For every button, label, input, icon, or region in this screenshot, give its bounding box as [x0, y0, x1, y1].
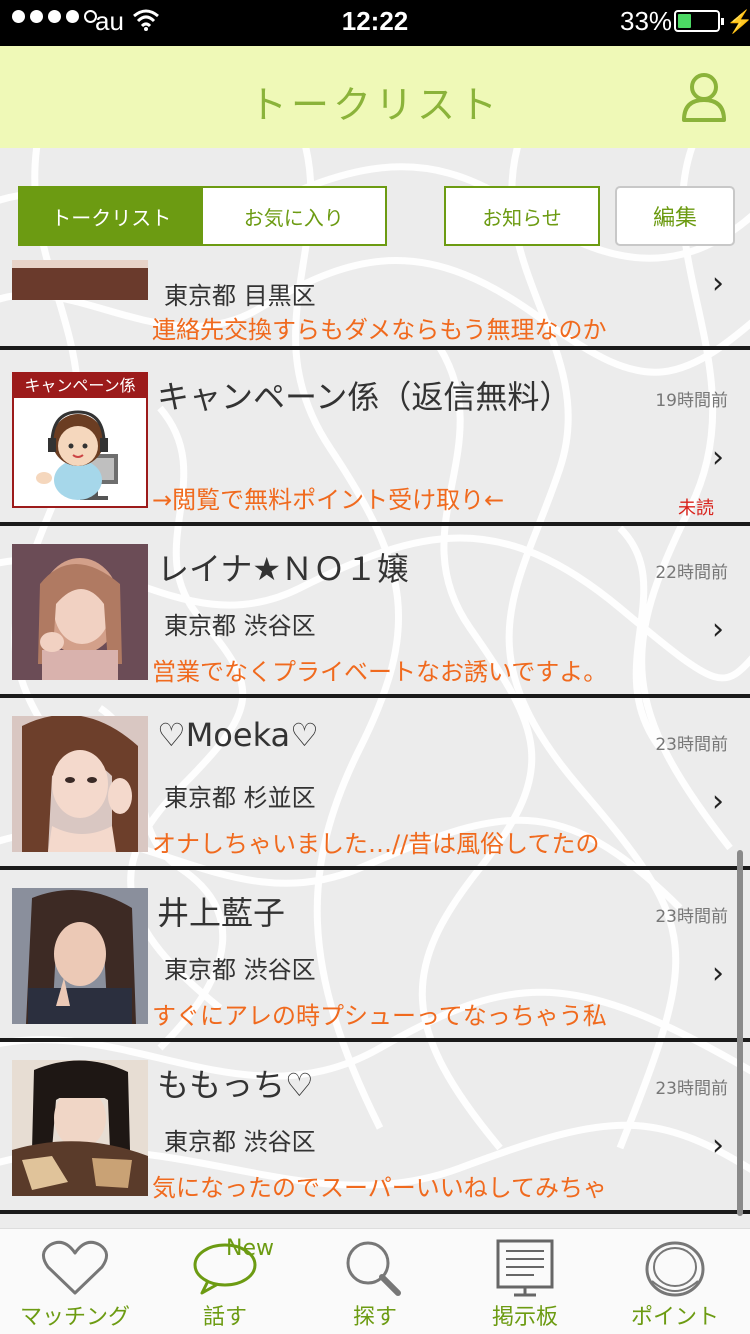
avatar: [12, 1060, 148, 1196]
chat-name: 井上藍子: [157, 894, 286, 932]
chat-name: キャンペーン係（返信無料）: [157, 378, 572, 416]
avatar: [12, 888, 148, 1024]
notice-button[interactable]: お知らせ: [444, 186, 600, 246]
chat-row[interactable]: ももっち♡ 23時間前 東京都 渋谷区 › 気になったのでスーパーいいねしてみち…: [0, 1042, 750, 1214]
campaign-label: キャンペーン係: [14, 374, 146, 398]
edit-button[interactable]: 編集: [615, 186, 735, 246]
chat-time: 23時間前: [655, 1079, 728, 1099]
chevron-right-icon: ›: [712, 266, 724, 301]
tab-search[interactable]: 探す: [300, 1229, 450, 1334]
tab-matching-label: マッチング: [19, 1305, 130, 1330]
chat-name: ももっち♡: [157, 1066, 314, 1104]
tab-board[interactable]: 掲示板: [450, 1229, 600, 1334]
tab-favorites[interactable]: お気に入り: [203, 188, 386, 244]
avatar: [12, 544, 148, 680]
tab-talk-label: 話す: [202, 1305, 247, 1330]
avatar: [12, 716, 148, 852]
tab-talk[interactable]: 話す: [150, 1229, 300, 1334]
segment-tab-bar: トークリスト お気に入り お知らせ 編集: [0, 186, 750, 248]
chevron-right-icon: ›: [712, 784, 724, 819]
battery-percent: 33%: [620, 6, 673, 36]
operator-illustration: [36, 410, 118, 500]
chat-row[interactable]: ♡Moeka♡ 23時間前 東京都 杉並区 › オナしちゃいました…//昔は風俗…: [0, 698, 750, 870]
person-icon[interactable]: [680, 72, 728, 128]
bottom-tab-bar: マッチング 話す 探す 掲示板 ポイント: [0, 1228, 750, 1334]
chat-time: 23時間前: [655, 907, 728, 927]
status-bar: au 12:22 33% ⚡: [0, 0, 750, 46]
chat-message: すぐにアレの時プシューってなっちゃう私: [152, 1002, 607, 1030]
avatar: キャンペーン係: [12, 372, 148, 508]
chat-message: 気になったのでスーパーいいねしてみちゃ: [152, 1174, 608, 1202]
page-title: トークリスト: [248, 83, 501, 127]
chat-time: 22時間前: [655, 563, 728, 583]
chat-row[interactable]: キャンペーン係 キャンペーン係（返信無料） 19時間前 › →閲覧で無料ポイント…: [0, 354, 750, 526]
chat-location: 東京都 目黒区: [164, 282, 316, 310]
chat-location: 東京都 渋谷区: [164, 612, 316, 640]
chat-message: →閲覧で無料ポイント受け取り←: [152, 486, 505, 514]
battery-icon: [674, 10, 724, 32]
chevron-right-icon: ›: [712, 612, 724, 647]
chevron-right-icon: ›: [712, 956, 724, 991]
chat-location: 東京都 渋谷区: [164, 1128, 316, 1156]
scrollbar[interactable]: [737, 850, 743, 1216]
chat-location: 東京都 杉並区: [164, 784, 316, 812]
bulletin-board-icon: [496, 1239, 554, 1297]
tab-search-label: 探す: [352, 1305, 397, 1330]
coin-icon: [645, 1241, 705, 1297]
magnifier-icon: [346, 1241, 401, 1296]
chevron-right-icon: ›: [712, 1128, 724, 1163]
chat-time: 23時間前: [655, 735, 728, 755]
chat-row[interactable]: 東京都 目黒区 連絡先交換すらもダメならもう無理なのか ›: [0, 260, 750, 350]
tab-matching[interactable]: マッチング: [0, 1229, 150, 1334]
tab-board-label: 掲示板: [491, 1305, 558, 1330]
chat-message: オナしちゃいました…//昔は風俗してたの: [152, 830, 600, 858]
unread-badge: 未読: [678, 498, 714, 519]
new-badge: New: [226, 1236, 274, 1261]
chat-row[interactable]: レイナ★ＮＯ１嬢 22時間前 東京都 渋谷区 › 営業でなくプライベートなお誘い…: [0, 526, 750, 698]
chat-name: ♡Moeka♡: [157, 716, 319, 754]
nav-header: トークリスト: [0, 46, 750, 148]
chat-message: 連絡先交換すらもダメならもう無理なのか: [152, 316, 607, 344]
chevron-right-icon: ›: [712, 440, 724, 475]
chat-location: 東京都 渋谷区: [164, 956, 316, 984]
chat-time: 19時間前: [655, 391, 728, 411]
heart-icon: [42, 1240, 108, 1295]
chat-list: 東京都 目黒区 連絡先交換すらもダメならもう無理なのか › キャンペーン係 キャ…: [0, 260, 750, 1228]
talk-favorite-tabs: トークリスト お気に入り: [18, 186, 387, 246]
chat-message: 営業でなくプライベートなお誘いですよ。: [152, 658, 608, 686]
tab-talk-list[interactable]: トークリスト: [20, 188, 203, 244]
charging-bolt-icon: ⚡: [726, 9, 750, 34]
chat-row[interactable]: 井上藍子 23時間前 東京都 渋谷区 › すぐにアレの時プシューってなっちゃう私: [0, 870, 750, 1042]
tab-points[interactable]: ポイント: [600, 1229, 750, 1334]
chat-name: レイナ★ＮＯ１嬢: [157, 550, 410, 588]
tab-points-label: ポイント: [630, 1305, 719, 1330]
avatar: [12, 260, 148, 300]
talk-list-content: トークリスト お気に入り お知らせ 編集 東京都 目黒区 連絡先交換すらもダメな…: [0, 148, 750, 1228]
